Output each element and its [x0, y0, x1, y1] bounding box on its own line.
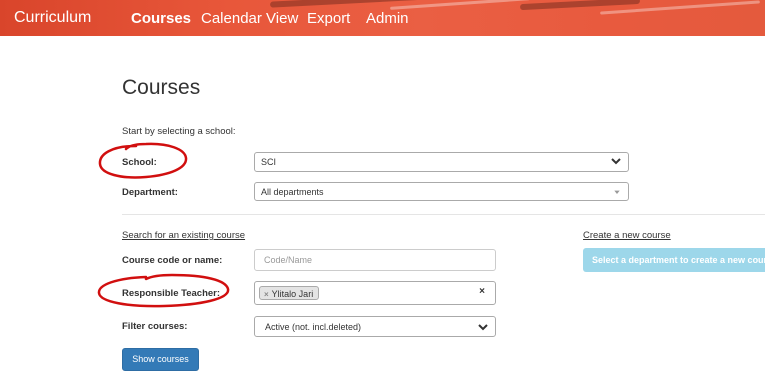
filter-courses-value: Active (not. incl.deleted) [265, 322, 362, 332]
course-code-placeholder: Code/Name [264, 255, 313, 265]
clear-icon[interactable]: × [479, 286, 485, 297]
teacher-tag: × Ylitalo Jari [259, 286, 320, 300]
search-existing-course-link[interactable]: Search for an existing course [122, 230, 245, 241]
course-code-input[interactable]: Code/Name [254, 249, 496, 271]
annotation-circle-school [98, 142, 188, 179]
nav-export[interactable]: Export [307, 10, 350, 27]
caret-down-icon [614, 190, 620, 194]
intro-text: Start by selecting a school: [122, 126, 236, 137]
brand-link[interactable]: Curriculum [14, 9, 91, 27]
department-select-value: All departments [261, 187, 324, 197]
top-navbar: Curriculum Courses Calendar View Export … [0, 0, 765, 36]
annotation-circle-teacher [97, 273, 230, 308]
filter-courses-select[interactable]: Active (not. incl.deleted) [254, 316, 496, 337]
responsible-teacher-select[interactable]: × Ylitalo Jari × [254, 281, 496, 305]
page-title: Courses [122, 76, 201, 99]
create-course-button[interactable]: Select a department to create a new cour… [583, 248, 765, 272]
nav-courses[interactable]: Courses [131, 10, 191, 27]
nav-admin[interactable]: Admin [366, 10, 409, 27]
department-label: Department: [122, 187, 178, 198]
chevron-down-icon [611, 158, 621, 165]
navbar-texture [519, 0, 641, 11]
section-divider [122, 214, 765, 215]
teacher-tag-label: Ylitalo Jari [271, 289, 314, 299]
course-code-label: Course code or name: [122, 255, 223, 266]
school-select[interactable]: SCI [254, 152, 629, 172]
remove-tag-icon[interactable]: × [264, 290, 269, 299]
filter-courses-label: Filter courses: [122, 321, 188, 332]
show-courses-button[interactable]: Show courses [122, 348, 199, 371]
department-select[interactable]: All departments [254, 182, 629, 201]
nav-calendar-view[interactable]: Calendar View [201, 10, 298, 27]
school-select-value: SCI [261, 157, 277, 167]
navbar-texture [390, 0, 530, 10]
create-new-course-link[interactable]: Create a new course [583, 230, 671, 241]
chevron-down-icon [478, 324, 488, 331]
